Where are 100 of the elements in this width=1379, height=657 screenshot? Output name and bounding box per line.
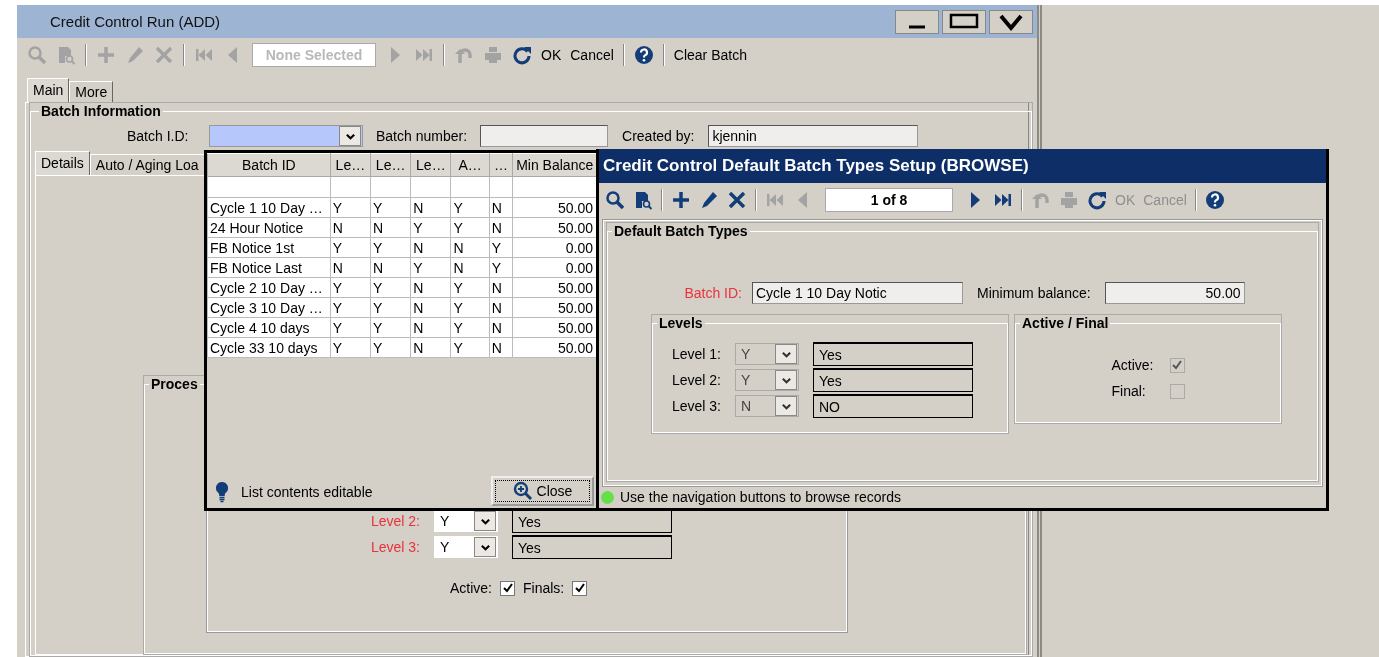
table-cell: Y xyxy=(330,317,371,338)
status-text: Use the navigation buttons to browse records xyxy=(620,489,901,505)
table-cell: Y xyxy=(370,237,411,258)
table-cell: Y xyxy=(451,277,490,298)
column-header[interactable]: Le… xyxy=(330,153,371,177)
table-cell: Y xyxy=(330,237,371,258)
table-cell: Cycle 1 10 Day … xyxy=(207,197,331,218)
table-cell: Y xyxy=(451,197,490,218)
table-cell: Y xyxy=(330,297,371,318)
search-icon[interactable] xyxy=(605,190,625,210)
maximize-button[interactable] xyxy=(942,9,986,34)
column-header[interactable]: A… xyxy=(451,153,490,177)
tab[interactable]: More xyxy=(69,81,114,102)
group-title: Default Batch Types xyxy=(613,223,749,239)
column-header[interactable]: Le… xyxy=(410,153,451,177)
table-cell: Y xyxy=(451,317,490,338)
table-cell: N xyxy=(489,197,513,218)
cross-icon[interactable] xyxy=(727,190,747,210)
input-field[interactable] xyxy=(480,125,609,147)
toolbar-button[interactable]: Cancel xyxy=(570,47,614,63)
table-cell: Y xyxy=(370,297,411,318)
table-cell: Y xyxy=(410,257,451,278)
column-header[interactable]: … xyxy=(489,153,513,177)
tab[interactable]: Auto / Aging Loa xyxy=(89,154,205,175)
description-field: Yes xyxy=(512,535,672,559)
table-cell: Y xyxy=(451,217,490,238)
document-search-icon[interactable] xyxy=(633,190,653,210)
toolbar-button[interactable]: OK xyxy=(541,47,562,63)
group-title: Proces xyxy=(150,376,199,392)
table-cell: Y xyxy=(370,317,411,338)
tab[interactable]: Main xyxy=(27,78,70,102)
field-label: Batch ID: xyxy=(683,285,742,301)
table-cell: Cycle 3 10 Day … xyxy=(207,297,331,318)
column-header[interactable]: Batch ID xyxy=(207,153,331,177)
refresh-icon[interactable] xyxy=(512,45,532,65)
record-field[interactable]: 1 of 8 xyxy=(825,188,953,212)
field-label: Level 3: xyxy=(670,398,721,414)
table-cell: N xyxy=(489,337,513,358)
input-field[interactable]: 50.00 xyxy=(1104,282,1245,304)
table-cell: N xyxy=(451,257,490,278)
checkbox-label: Active: xyxy=(1111,357,1154,373)
input-field[interactable]: kjennin xyxy=(708,125,919,147)
level-dropdown[interactable]: Y xyxy=(735,369,799,391)
description-field: Yes xyxy=(813,342,973,366)
table-cell: Y xyxy=(451,337,490,358)
table-cell: N xyxy=(410,197,451,218)
description-field: Yes xyxy=(813,368,973,392)
level-dropdown[interactable]: Y xyxy=(434,510,498,532)
toolbar-button[interactable]: Clear Batch xyxy=(673,47,747,63)
minimize-button[interactable] xyxy=(895,9,939,34)
batch-id-dropdown[interactable] xyxy=(209,125,363,147)
level-dropdown[interactable]: Y xyxy=(434,536,498,558)
table-cell: Cycle 2 10 Day … xyxy=(207,277,331,298)
level-dropdown[interactable]: N xyxy=(735,395,799,417)
table-cell: Y xyxy=(330,197,371,218)
field-label: Batch I.D: xyxy=(127,128,190,144)
table-cell: N xyxy=(410,277,451,298)
table-cell: N xyxy=(489,317,513,338)
lightbulb-icon xyxy=(215,481,229,503)
column-header[interactable]: Min Balance xyxy=(512,153,597,177)
group-title: Levels xyxy=(658,315,704,331)
checkbox-label: Final: xyxy=(1111,383,1147,399)
table-cell: N xyxy=(410,337,451,358)
checkbox[interactable] xyxy=(500,580,515,596)
table-cell: Y xyxy=(370,337,411,358)
column-header[interactable]: Le… xyxy=(370,153,411,177)
close-button[interactable]: Close xyxy=(491,476,594,506)
help-icon[interactable] xyxy=(633,45,654,65)
table-cell: Y xyxy=(451,297,490,318)
table-cell: Y xyxy=(330,337,371,358)
field-label: Level 2: xyxy=(369,513,420,529)
field-label: Level 3: xyxy=(369,539,420,555)
help-icon[interactable] xyxy=(1204,190,1225,210)
level-dropdown[interactable]: Y xyxy=(735,343,799,365)
table-cell: N xyxy=(370,217,411,238)
table-cell: N xyxy=(489,297,513,318)
table-cell: Y xyxy=(330,277,371,298)
description-field: Yes xyxy=(512,509,672,533)
group-title: Batch Information xyxy=(40,103,162,119)
table-cell: N xyxy=(410,317,451,338)
table-cell: FB Notice 1st xyxy=(207,237,331,258)
checkbox[interactable] xyxy=(572,580,588,596)
checkbox-label: Finals: xyxy=(523,580,565,596)
field-label: Created by: xyxy=(622,128,695,144)
tab[interactable]: Details xyxy=(35,151,90,175)
table-cell: N xyxy=(489,217,513,238)
input-field[interactable]: Cycle 1 10 Day Notic xyxy=(752,282,963,304)
refresh-icon[interactable] xyxy=(1087,190,1107,210)
close-button[interactable] xyxy=(989,9,1033,34)
table-cell: N xyxy=(330,257,371,278)
window-title: Credit Control Run (ADD) xyxy=(50,13,221,30)
table-cell: Cycle 33 10 days xyxy=(207,337,331,358)
table-cell: Y xyxy=(410,217,451,238)
field-label: Level 1: xyxy=(670,346,721,362)
table-cell: N xyxy=(489,277,513,298)
plus-icon[interactable] xyxy=(671,190,691,210)
pencil-icon[interactable] xyxy=(699,190,719,210)
table-cell: N xyxy=(451,237,490,258)
table-cell: N xyxy=(330,217,371,238)
table-cell: 24 Hour Notice xyxy=(207,217,331,238)
